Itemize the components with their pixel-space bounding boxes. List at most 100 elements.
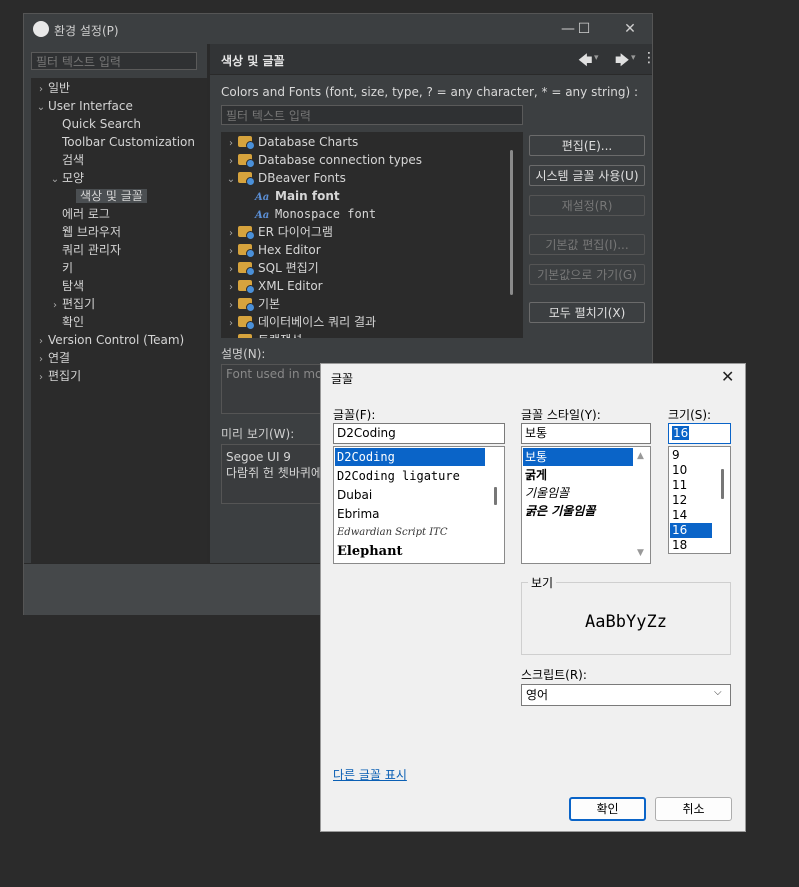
font-name-input[interactable]: D2Coding: [333, 423, 505, 444]
tree-item[interactable]: 쿼리 관리자: [48, 241, 121, 259]
fonts-tree-item[interactable]: ⌄ DBeaver Fonts: [224, 169, 346, 187]
size-list-scrollbar[interactable]: [721, 469, 724, 499]
font-size-item[interactable]: 18: [670, 538, 712, 553]
font-list-item[interactable]: D2Coding: [335, 448, 485, 466]
tree-item[interactable]: Quick Search: [48, 115, 141, 133]
colors-fonts-tree: › Database Charts › Database connection typ…: [221, 132, 523, 338]
tree-item[interactable]: 검색: [48, 151, 84, 169]
use-system-font-button[interactable]: 시스템 글꼴 사용(U): [529, 165, 645, 186]
fonts-filter-input[interactable]: 필터 텍스트 입력: [221, 105, 523, 125]
tree-item[interactable]: 웹 브라우저: [48, 223, 121, 241]
fonts-tree-item[interactable]: Aa Monospace font: [255, 205, 376, 223]
tree-item[interactable]: › 편집기: [48, 295, 95, 313]
cancel-button[interactable]: 취소: [655, 797, 732, 821]
sample-text: AaBbYyZz: [585, 612, 667, 632]
fonts-tree-item[interactable]: Aa Main font: [255, 187, 340, 205]
fonts-tree-item[interactable]: › SQL 편집기: [224, 259, 319, 277]
tree-scrollbar[interactable]: [510, 150, 513, 295]
back-dropdown-icon[interactable]: ▾: [594, 53, 599, 63]
close-icon[interactable]: ✕: [616, 18, 644, 40]
forward-dropdown-icon[interactable]: ▾: [631, 53, 636, 63]
font-size-item[interactable]: 9: [670, 448, 712, 463]
font-list-item[interactable]: Dubai: [335, 486, 485, 504]
chevron-right-icon[interactable]: ›: [224, 333, 238, 338]
fonts-tree-item-label: Main font: [275, 189, 340, 203]
tree-item-label: 키: [62, 261, 74, 275]
chevron-down-icon[interactable]: ⌄: [224, 171, 238, 189]
fonts-tree-item[interactable]: › 트랜잭션: [224, 331, 302, 338]
font-size-item[interactable]: 10: [670, 463, 712, 478]
fonts-tree-item[interactable]: › ER 다이어그램: [224, 223, 333, 241]
folder-icon: [238, 280, 255, 294]
tree-item-label: 일반: [48, 81, 71, 95]
show-more-fonts-link[interactable]: 다른 글꼴 표시: [333, 766, 407, 783]
fonts-tree-item-label: SQL 편집기: [258, 261, 319, 275]
page-header: 색상 및 글꼴 🡄 ▾ 🡆 ▾ ⋮: [210, 44, 656, 75]
close-icon[interactable]: ✕: [721, 367, 734, 386]
font-size-item[interactable]: 16: [670, 523, 712, 538]
font-style-item[interactable]: 보통: [523, 448, 633, 466]
tree-item[interactable]: › 편집기: [34, 367, 81, 385]
fonts-tree-item[interactable]: › Hex Editor: [224, 241, 321, 259]
tree-item[interactable]: ⌄ User Interface: [34, 97, 133, 115]
font-list-scrollbar[interactable]: [494, 487, 497, 505]
script-label: 스크립트(R):: [521, 668, 587, 682]
font-list-item[interactable]: Ebrima: [335, 505, 485, 523]
ok-button[interactable]: 확인: [569, 797, 646, 821]
tree-item[interactable]: 에러 로그: [48, 205, 110, 223]
reset-button[interactable]: 재설정(R): [529, 195, 645, 216]
maximize-icon[interactable]: ☐: [570, 18, 598, 40]
fonts-tree-item[interactable]: › XML Editor: [224, 277, 323, 295]
fonts-tree-item[interactable]: › 기본: [224, 295, 280, 313]
edit-default-button[interactable]: 기본값 편집(I)...: [529, 234, 645, 255]
tree-item[interactable]: 탐색: [48, 277, 84, 295]
title-bar[interactable]: 환경 설정(P) — ☐ ✕: [24, 14, 652, 44]
font-style-item[interactable]: 굵은 기울임꼴: [523, 502, 633, 520]
fonts-tree-item-label: Monospace font: [275, 207, 377, 221]
chevron-right-icon[interactable]: ›: [34, 369, 48, 387]
fonts-tree-item[interactable]: › 데이터베이스 쿼리 결과: [224, 313, 376, 331]
tree-item[interactable]: 키: [48, 259, 73, 277]
style-label: 글꼴 스타일(Y):: [521, 408, 601, 422]
fonts-tree-item-label: 데이터베이스 쿼리 결과: [258, 315, 377, 329]
font-size-item[interactable]: 11: [670, 478, 712, 493]
fonts-tree-item-label: 트랜잭션: [258, 333, 302, 338]
chevron-down-icon[interactable]: ⌵: [714, 687, 722, 698]
scroll-down-icon[interactable]: ▼: [637, 548, 644, 558]
font-style-list: ▲ ▼ 보통 굵게 기울임꼴 굵은 기울임꼴: [521, 446, 651, 564]
view-menu-icon[interactable]: ⋮: [642, 50, 656, 66]
tree-item[interactable]: 색상 및 글꼴: [62, 187, 147, 205]
expand-all-button[interactable]: 모두 펼치기(X): [529, 302, 645, 323]
tree-item[interactable]: ⌄ 모양: [48, 169, 84, 187]
font-list-item[interactable]: Elephant: [335, 543, 485, 561]
tree-item[interactable]: › 연결: [34, 349, 70, 367]
tree-filter-input[interactable]: 필터 텍스트 입력: [31, 52, 197, 70]
font-style-item[interactable]: 기울임꼴: [523, 484, 633, 502]
font-style-input[interactable]: 보통: [521, 423, 651, 444]
tree-item[interactable]: 확인: [48, 313, 84, 331]
folder-icon: [238, 172, 255, 186]
fonts-tree-item-label: DBeaver Fonts: [258, 171, 346, 185]
tree-item[interactable]: › 일반: [34, 79, 70, 97]
tree-item[interactable]: › Version Control (Team): [34, 331, 184, 349]
script-select[interactable]: 영어: [521, 684, 731, 706]
fonts-tree-item[interactable]: › Database connection types: [224, 151, 422, 169]
font-size-item[interactable]: 14: [670, 508, 712, 523]
scroll-up-icon[interactable]: ▲: [637, 451, 644, 461]
forward-arrow-icon[interactable]: 🡆: [615, 50, 629, 74]
fonts-tree-item[interactable]: › Database Charts: [224, 133, 358, 151]
chevron-down-icon[interactable]: ⌄: [34, 99, 48, 117]
font-list-item[interactable]: D2Coding ligature: [335, 467, 485, 485]
font-size-input[interactable]: 16: [668, 423, 731, 444]
tree-item[interactable]: Toolbar Customization: [48, 133, 195, 151]
go-to-default-button[interactable]: 기본값으로 가기(G): [529, 264, 645, 285]
folder-icon: [238, 244, 255, 258]
font-size-item[interactable]: 12: [670, 493, 712, 508]
chevron-down-icon[interactable]: ⌄: [48, 171, 62, 189]
font-list: D2Coding D2Coding ligature Dubai Ebrima Edwa…: [333, 446, 505, 564]
font-style-item[interactable]: 굵게: [523, 466, 633, 484]
back-arrow-icon[interactable]: 🡄: [578, 50, 592, 74]
folder-icon: [238, 226, 255, 240]
font-list-item[interactable]: Edwardian Script ITC: [335, 524, 485, 542]
edit-button[interactable]: 편집(E)...: [529, 135, 645, 156]
